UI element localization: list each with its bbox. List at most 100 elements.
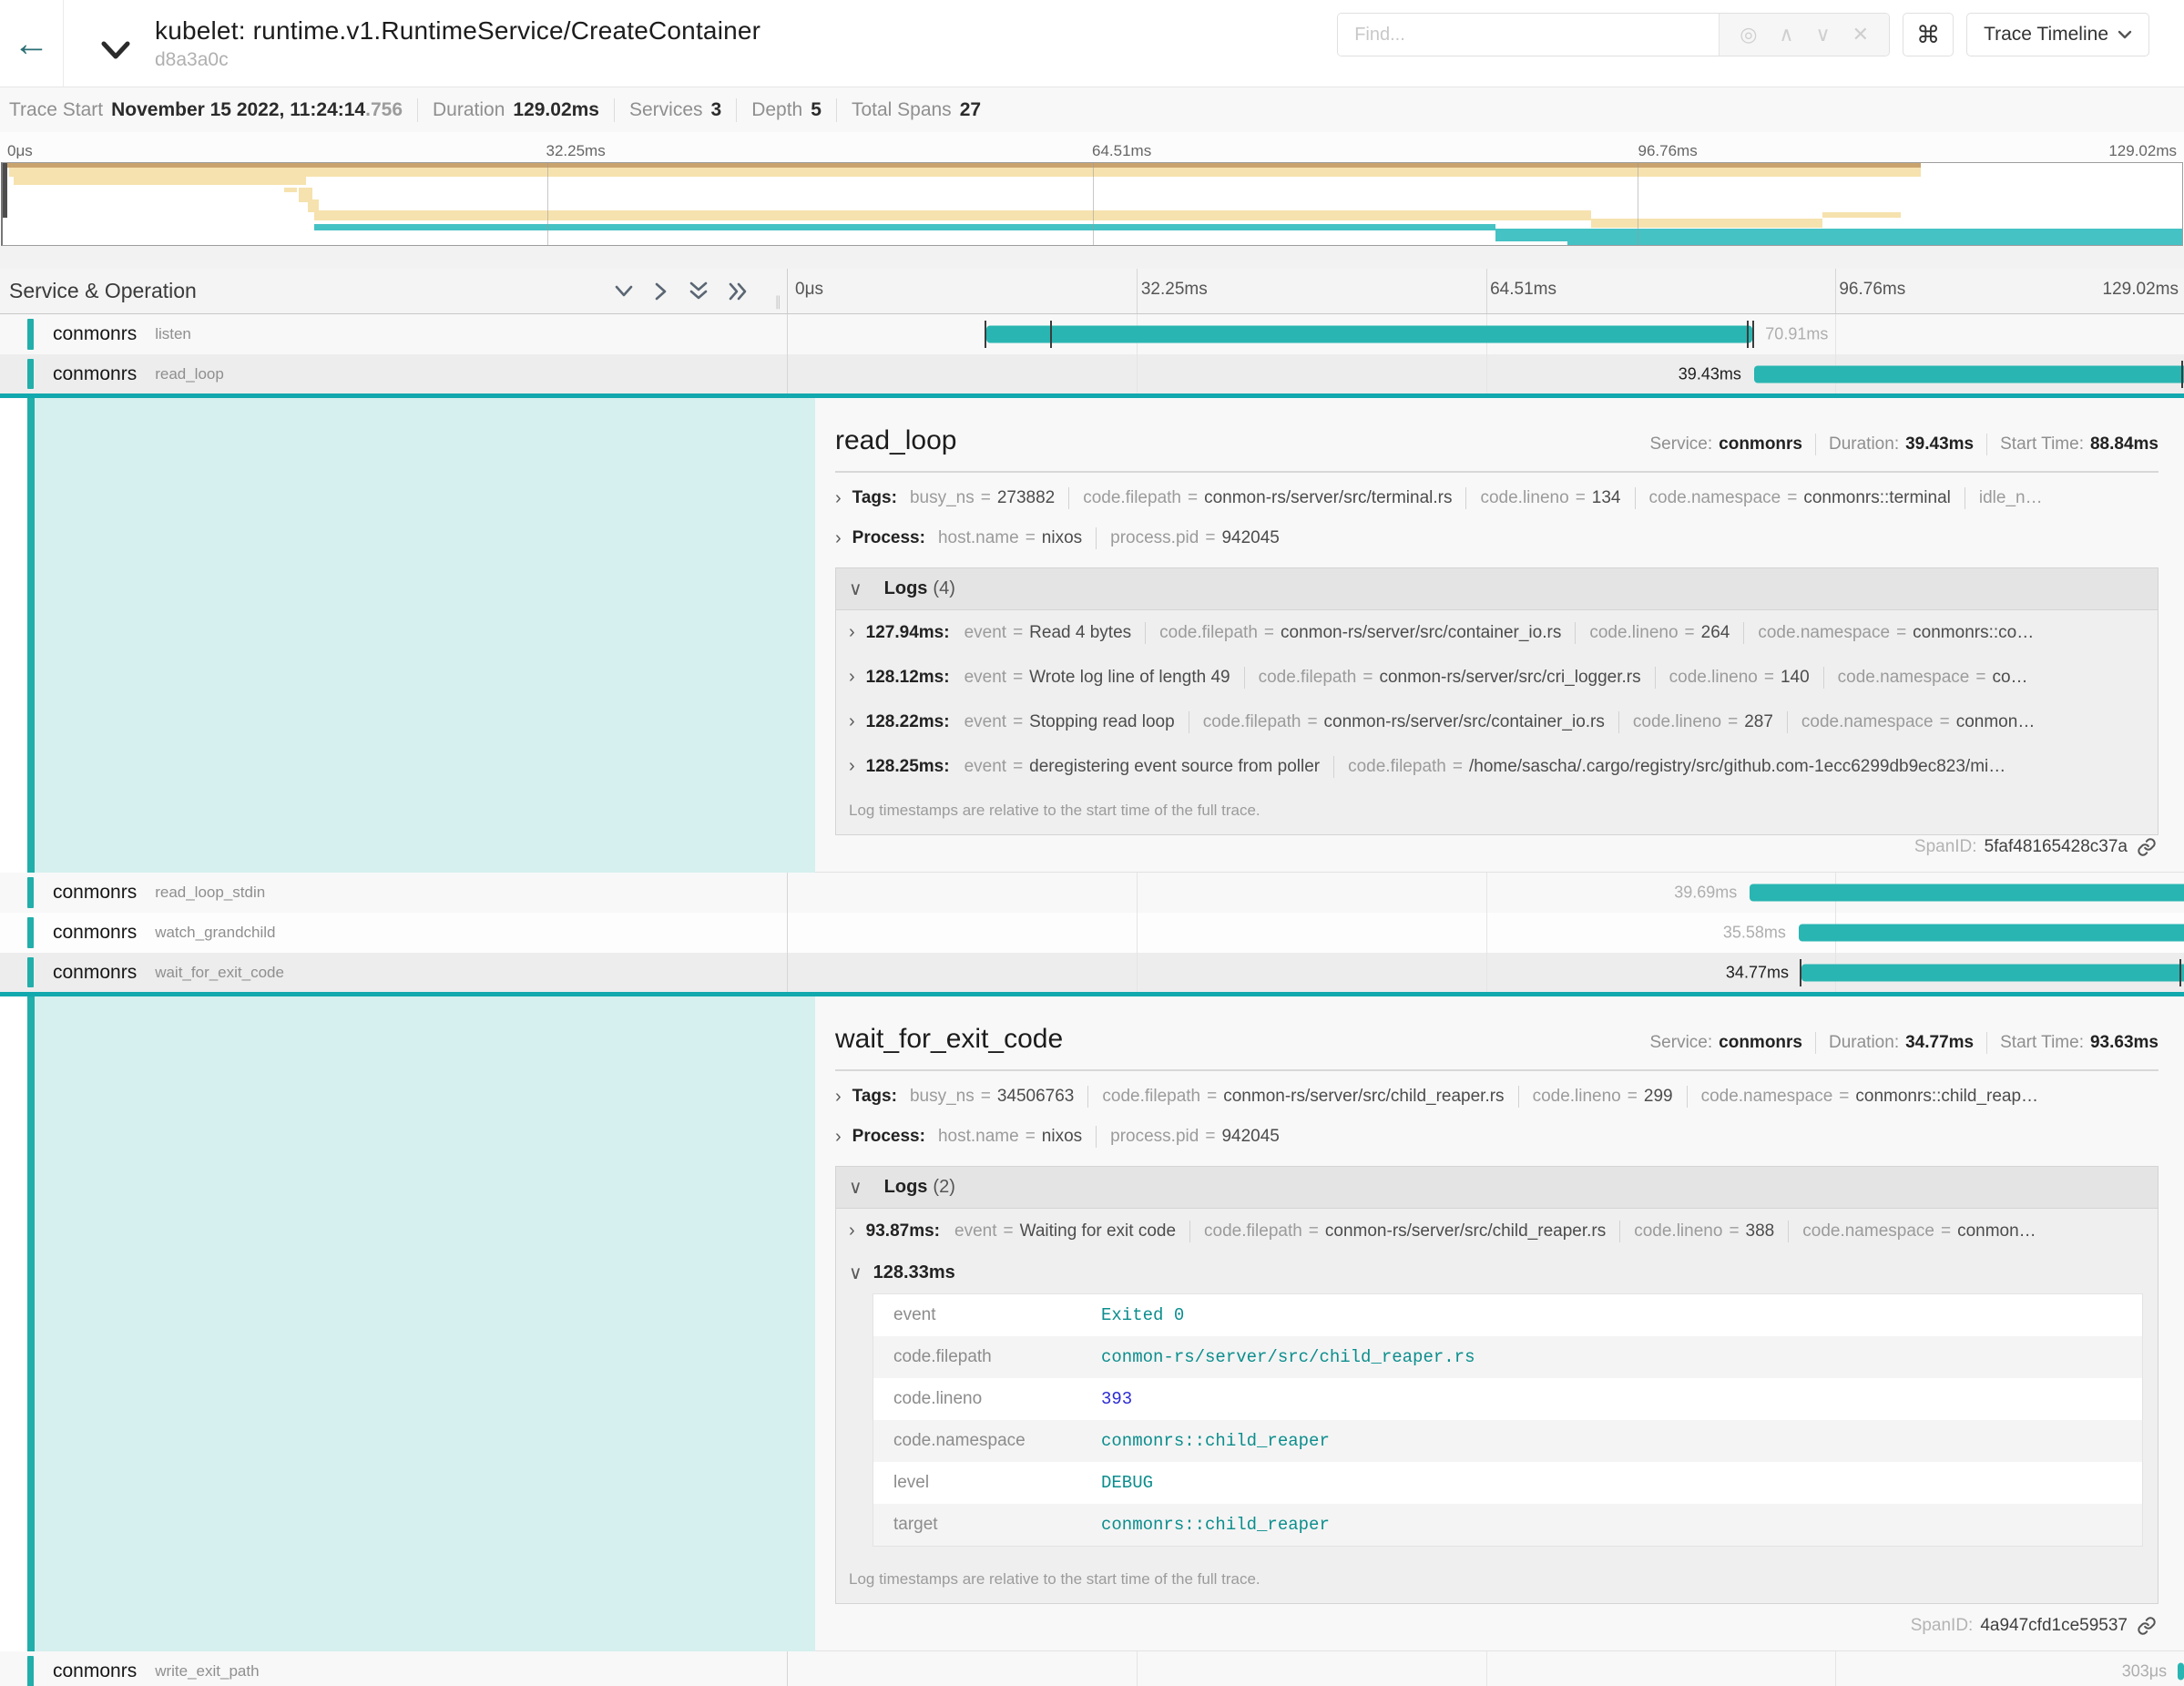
span-duration-bar[interactable]: [1801, 964, 2184, 981]
span-detail-panel: wait_for_exit_code Service: conmonrs Dur…: [815, 996, 2184, 1651]
view-dropdown-button[interactable]: Trace Timeline: [1966, 13, 2149, 56]
log-value: conmon-rs/server/src/container_io.rs: [1324, 712, 1605, 732]
span-timeline-cell[interactable]: 34.77ms: [788, 953, 2184, 992]
process-row[interactable]: › Process: host.name=nixos process.pid=9…: [835, 1117, 2158, 1157]
back-arrow-icon: ←: [14, 26, 50, 62]
span-duration-bar[interactable]: [986, 326, 1753, 343]
span-duration-bar[interactable]: [2178, 1663, 2184, 1681]
meta-value: 39.43ms: [1905, 434, 1974, 455]
span-timeline-cell[interactable]: 35.58ms: [788, 913, 2184, 953]
process-key: process.pid: [1110, 528, 1199, 548]
log-key: event: [964, 757, 1006, 777]
equals-sign: =: [1685, 623, 1695, 643]
process-value: nixos: [1042, 1127, 1082, 1147]
meta-value: conmonrs: [1719, 1033, 1802, 1053]
span-duration-bar[interactable]: [1750, 884, 2184, 902]
divider: [1518, 1086, 1519, 1108]
span-row-write-exit-path[interactable]: conmonrs write_exit_path 303μs: [0, 1651, 2184, 1686]
span-service: conmonrs: [53, 962, 137, 984]
find-input[interactable]: [1338, 14, 1719, 56]
stat-value-fraction: .756: [365, 99, 403, 121]
minimap-scrubber-handle[interactable]: [3, 163, 7, 218]
back-button[interactable]: ←: [0, 0, 64, 87]
logs-header[interactable]: ∨ Logs (2): [836, 1167, 2158, 1209]
log-timestamp: 128.33ms: [873, 1262, 955, 1283]
span-name-cell[interactable]: conmonrs listen: [0, 314, 788, 354]
field-value: conmon-rs/server/src/child_reaper.rs: [1101, 1347, 1475, 1367]
tags-row[interactable]: › Tags: busy_ns=273882 code.filepath=con…: [835, 478, 2158, 518]
log-key: code.filepath: [1203, 712, 1301, 732]
logs-count: (2): [933, 1177, 954, 1198]
expanded-log-header[interactable]: ∨ 128.33ms: [849, 1253, 2158, 1292]
equals-sign: =: [1729, 1221, 1739, 1242]
span-row-read-loop[interactable]: conmonrs read_loop 39.43ms: [0, 354, 2184, 398]
span-timeline-cell[interactable]: 303μs: [788, 1651, 2184, 1686]
span-duration-bar[interactable]: [1754, 365, 2184, 383]
clear-find-icon[interactable]: ✕: [1842, 23, 1880, 46]
trace-minimap[interactable]: [1, 162, 2183, 246]
field-value: 393: [1101, 1389, 1132, 1409]
link-icon[interactable]: [2137, 837, 2157, 857]
log-entry[interactable]: › 93.87ms: event=Waiting for exit code c…: [849, 1209, 2158, 1253]
log-value: 287: [1744, 712, 1773, 732]
column-resize-handle[interactable]: ∥: [775, 293, 782, 310]
equals-sign: =: [1941, 1221, 1951, 1242]
span-detail-indent[interactable]: [27, 398, 815, 873]
span-name-cell[interactable]: conmonrs wait_for_exit_code: [0, 953, 788, 992]
span-operation: write_exit_path: [155, 1662, 259, 1681]
trace-id: d8a3a0c: [155, 49, 760, 71]
keyboard-shortcuts-button[interactable]: ⌘: [1903, 13, 1954, 56]
log-key: event: [964, 712, 1006, 732]
span-name-cell[interactable]: conmonrs write_exit_path: [0, 1651, 788, 1686]
process-row[interactable]: › Process: host.name=nixos process.pid=9…: [835, 518, 2158, 558]
log-entry[interactable]: › 128.12ms: event=Wrote log line of leng…: [849, 655, 2158, 700]
trace-collapse-toggle[interactable]: [100, 39, 131, 61]
span-name-cell[interactable]: conmonrs watch_grandchild: [0, 913, 788, 953]
table-row: code.namespace conmonrs::child_reaper: [873, 1420, 2142, 1462]
span-timeline-cell[interactable]: 39.69ms: [788, 873, 2184, 913]
meta-value: 93.63ms: [2090, 1033, 2158, 1053]
expand-one-button[interactable]: [654, 281, 668, 301]
log-entry[interactable]: › 127.94ms: event=Read 4 bytes code.file…: [849, 610, 2158, 655]
prev-match-icon[interactable]: ∧: [1768, 23, 1804, 46]
equals-sign: =: [1362, 668, 1373, 688]
collapse-one-button[interactable]: [614, 284, 634, 299]
link-icon[interactable]: [2137, 1616, 2157, 1636]
divider: [1815, 434, 1816, 455]
logs-header[interactable]: ∨ Logs (4): [836, 568, 2158, 610]
log-marker: [1050, 321, 1052, 348]
next-match-icon[interactable]: ∨: [1805, 23, 1842, 46]
log-value: deregistering event source from poller: [1029, 757, 1320, 777]
log-value: Waiting for exit code: [1020, 1221, 1176, 1242]
field-value: conmonrs::child_reaper: [1101, 1431, 1330, 1451]
span-service: conmonrs: [53, 922, 137, 944]
span-name-cell[interactable]: conmonrs read_loop_stdin: [0, 873, 788, 913]
trace-timeline-page: ← kubelet: runtime.v1.RuntimeService/Cre…: [0, 0, 2184, 1686]
chevron-down-icon: [2118, 30, 2132, 40]
span-timeline-cell[interactable]: 39.43ms: [788, 354, 2184, 393]
span-id-label: SpanID:: [1911, 1616, 1974, 1636]
span-duration-bar[interactable]: [1799, 925, 2184, 942]
span-row-listen[interactable]: conmonrs listen 70.91ms: [0, 314, 2184, 354]
collapse-all-button[interactable]: [689, 281, 709, 301]
log-timestamp: 127.94ms:: [866, 623, 950, 643]
span-timeline-cell[interactable]: 70.91ms: [788, 314, 2184, 354]
stat-services: Services 3: [629, 99, 721, 121]
expand-all-button[interactable]: [729, 281, 749, 301]
log-marker: [2181, 361, 2183, 388]
equals-sign: =: [981, 488, 991, 508]
top-bar-actions: ◎ ∧ ∨ ✕ ⌘ Trace Timeline: [1337, 13, 2149, 56]
double-chevron-down-icon: [689, 281, 709, 301]
span-service: conmonrs: [53, 323, 137, 345]
span-name-cell[interactable]: conmonrs read_loop: [0, 354, 788, 393]
detail-meta: Service: conmonrs Duration: 39.43ms Star…: [1650, 434, 2159, 455]
log-entry[interactable]: › 128.22ms: event=Stopping read loop cod…: [849, 700, 2158, 744]
span-row-read-loop-stdin[interactable]: conmonrs read_loop_stdin 39.69ms: [0, 873, 2184, 913]
minimap-tick: 64.51ms: [1092, 142, 1151, 160]
tags-row[interactable]: › Tags: busy_ns=34506763 code.filepath=c…: [835, 1077, 2158, 1117]
span-row-wait-for-exit-code[interactable]: conmonrs wait_for_exit_code 34.77ms: [0, 953, 2184, 996]
match-target-icon[interactable]: ◎: [1729, 23, 1768, 46]
log-entry[interactable]: › 128.25ms: event=deregistering event so…: [849, 744, 2158, 789]
span-detail-indent[interactable]: [27, 996, 815, 1651]
span-row-watch-grandchild[interactable]: conmonrs watch_grandchild 35.58ms: [0, 913, 2184, 953]
